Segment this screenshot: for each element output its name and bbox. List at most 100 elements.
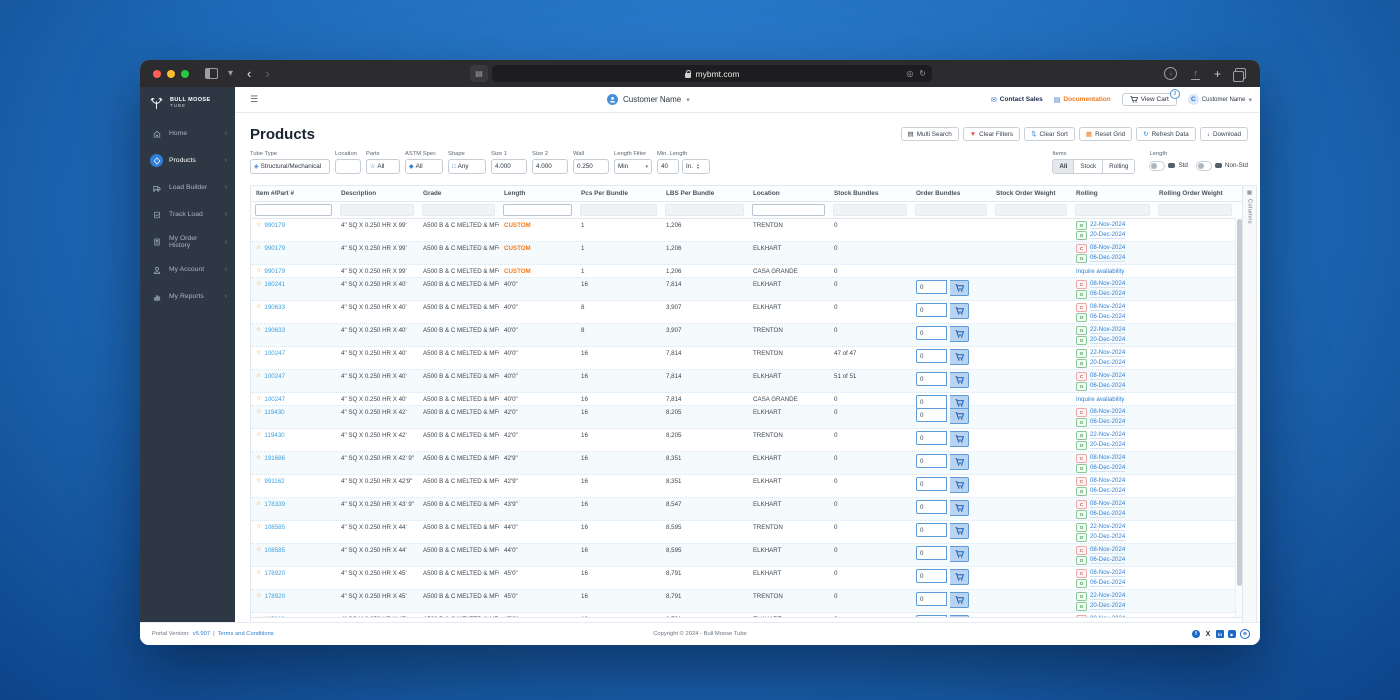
globe-icon[interactable]: ⊕: [1240, 629, 1250, 639]
download-button[interactable]: ↓ Download: [1199, 127, 1248, 141]
rolling-date-link[interactable]: 22-Nov-2024: [1090, 349, 1126, 358]
sidebar-panel-icon[interactable]: [205, 68, 218, 79]
filter-location-input[interactable]: [335, 159, 361, 174]
rolling-date-link[interactable]: 22-Nov-2024: [1090, 431, 1126, 440]
order-quantity-input[interactable]: 0: [916, 500, 947, 514]
rolling-date-link[interactable]: 06-Dec-2024: [1090, 579, 1126, 588]
sidebar-item-my-order-history[interactable]: My Order History ›: [140, 228, 235, 256]
add-to-cart-button[interactable]: [950, 326, 969, 342]
rolling-date-link[interactable]: 08-Nov-2024: [1090, 477, 1126, 486]
add-to-cart-button[interactable]: [950, 477, 969, 493]
column-header-order-bundles[interactable]: Order Bundles: [911, 186, 991, 201]
share-icon[interactable]: ↑: [1191, 68, 1200, 80]
favorite-star-icon[interactable]: ☆: [256, 616, 261, 617]
add-to-cart-button[interactable]: [950, 280, 969, 296]
favorite-star-icon[interactable]: ☆: [256, 373, 261, 379]
add-to-cart-button[interactable]: [950, 431, 969, 447]
favorite-star-icon[interactable]: ☆: [256, 396, 261, 402]
linkedin-icon[interactable]: in: [1216, 630, 1224, 638]
x-icon[interactable]: X: [1204, 630, 1212, 638]
item-number-link[interactable]: 991162: [264, 478, 284, 485]
favorite-star-icon[interactable]: ☆: [256, 281, 261, 287]
items-segment-stock[interactable]: Stock: [1073, 160, 1103, 173]
new-tab-icon[interactable]: +: [1214, 67, 1221, 81]
favorite-star-icon[interactable]: ☆: [256, 432, 261, 438]
rolling-date-link[interactable]: 08-Nov-2024: [1090, 500, 1126, 509]
brand-logo[interactable]: BULL MOOSE TUBE: [140, 87, 235, 120]
step-down-icon[interactable]: ▾: [697, 165, 699, 169]
close-window-icon[interactable]: [153, 69, 161, 78]
column-header-rolling-order-weight[interactable]: Rolling Order Weight: [1154, 186, 1236, 201]
toggle-switch-icon[interactable]: [1195, 160, 1212, 171]
rolling-date-link[interactable]: 08-Nov-2024: [1090, 615, 1125, 617]
item-number-link[interactable]: 108585: [264, 524, 285, 531]
order-quantity-input[interactable]: 0: [916, 592, 947, 606]
toggle-std[interactable]: Std: [1149, 160, 1188, 171]
order-quantity-input[interactable]: 0: [916, 615, 947, 617]
order-quantity-input[interactable]: 0: [916, 326, 947, 340]
columns-panel-tab[interactable]: ▦ Columns: [1242, 186, 1256, 635]
chevron-down-icon[interactable]: ▾: [228, 68, 233, 79]
item-number-link[interactable]: 190633: [264, 304, 285, 311]
url-bar[interactable]: ▤ mybmt.com ◎ ↻: [470, 65, 932, 82]
rolling-date-link[interactable]: 08-Nov-2024: [1090, 569, 1126, 578]
filter-astm-spec-input[interactable]: ◆ All: [405, 159, 443, 174]
minimize-window-icon[interactable]: [167, 69, 175, 78]
order-quantity-input[interactable]: 0: [916, 546, 947, 560]
sidebar-item-home[interactable]: Home ›: [140, 120, 235, 147]
facebook-icon[interactable]: f: [1192, 630, 1200, 638]
add-to-cart-button[interactable]: [950, 303, 969, 319]
clear-sort-button[interactable]: ⇅ Clear Sort: [1024, 127, 1075, 141]
add-to-cart-button[interactable]: [950, 546, 969, 562]
filter-size-1-input[interactable]: 4.000: [491, 159, 527, 174]
rolling-date-link[interactable]: 08-Nov-2024: [1090, 372, 1126, 381]
add-to-cart-button[interactable]: [950, 569, 969, 585]
filter-length-filter-input[interactable]: Min ▾: [614, 159, 652, 174]
item-number-link[interactable]: 119430: [264, 432, 284, 439]
reset-grid-button[interactable]: ▦ Reset Grid: [1078, 127, 1133, 141]
column-header-lbs-per-bundle[interactable]: LBS Per Bundle: [661, 186, 748, 201]
rolling-date-link[interactable]: 06-Dec-2024: [1090, 510, 1126, 519]
item-number-link[interactable]: 100247: [264, 396, 285, 403]
rolling-date-link[interactable]: 20-Dec-2024: [1090, 533, 1126, 542]
rolling-date-link[interactable]: 22-Nov-2024: [1090, 592, 1126, 601]
rolling-date-link[interactable]: 06-Dec-2024: [1090, 464, 1126, 473]
favorite-star-icon[interactable]: ☆: [256, 304, 261, 310]
favorite-star-icon[interactable]: ☆: [256, 268, 261, 274]
rolling-date-link[interactable]: 06-Dec-2024: [1090, 418, 1126, 427]
item-number-link[interactable]: 191686: [264, 455, 285, 462]
contact-sales-link[interactable]: ✉ Contact Sales: [991, 96, 1043, 104]
favorite-star-icon[interactable]: ☆: [256, 455, 261, 461]
order-quantity-input[interactable]: 0: [916, 349, 947, 363]
rolling-date-link[interactable]: 22-Nov-2024: [1090, 221, 1126, 230]
column-header-item-part-[interactable]: Item #/Part #: [251, 186, 336, 201]
item-number-link[interactable]: 100247: [264, 350, 285, 357]
favorite-star-icon[interactable]: ☆: [256, 350, 261, 356]
rolling-date-link[interactable]: 06-Dec-2024: [1090, 487, 1126, 496]
favorite-star-icon[interactable]: ☆: [256, 547, 261, 553]
rolling-date-link[interactable]: 08-Nov-2024: [1090, 303, 1126, 312]
rolling-date-link[interactable]: 06-Dec-2024: [1090, 313, 1126, 322]
item-number-link[interactable]: 115868: [264, 616, 284, 617]
inquire-availability-link[interactable]: Inquire availability: [1076, 395, 1124, 403]
clear-filters-button[interactable]: ▼ Clear Filters: [962, 127, 1021, 141]
order-quantity-input[interactable]: 0: [916, 408, 947, 422]
address-field[interactable]: mybmt.com ◎ ↻: [492, 65, 932, 82]
add-to-cart-button[interactable]: [950, 500, 969, 516]
rolling-date-link[interactable]: 22-Nov-2024: [1090, 326, 1126, 335]
item-number-link[interactable]: 178920: [264, 570, 285, 577]
column-header-stock-order-weight[interactable]: Stock Order Weight: [991, 186, 1071, 201]
back-icon[interactable]: ‹: [247, 67, 251, 80]
rolling-date-link[interactable]: 20-Dec-2024: [1090, 231, 1126, 240]
column-header-pcs-per-bundle[interactable]: Pcs Per Bundle: [576, 186, 661, 201]
add-to-cart-button[interactable]: [950, 615, 969, 617]
rolling-date-link[interactable]: 20-Dec-2024: [1090, 602, 1126, 611]
account-menu[interactable]: C Customer Name ▾: [1187, 94, 1252, 105]
filter-unit-stepper[interactable]: In. ▴ ▾: [682, 159, 710, 174]
rolling-date-link[interactable]: 22-Nov-2024: [1090, 523, 1126, 532]
favorite-star-icon[interactable]: ☆: [256, 524, 261, 530]
rolling-date-link[interactable]: 06-Dec-2024: [1090, 556, 1126, 565]
filter-min-length-input[interactable]: 40: [657, 159, 679, 174]
item-number-link[interactable]: 990179: [264, 222, 285, 229]
rolling-date-link[interactable]: 20-Dec-2024: [1090, 441, 1126, 450]
